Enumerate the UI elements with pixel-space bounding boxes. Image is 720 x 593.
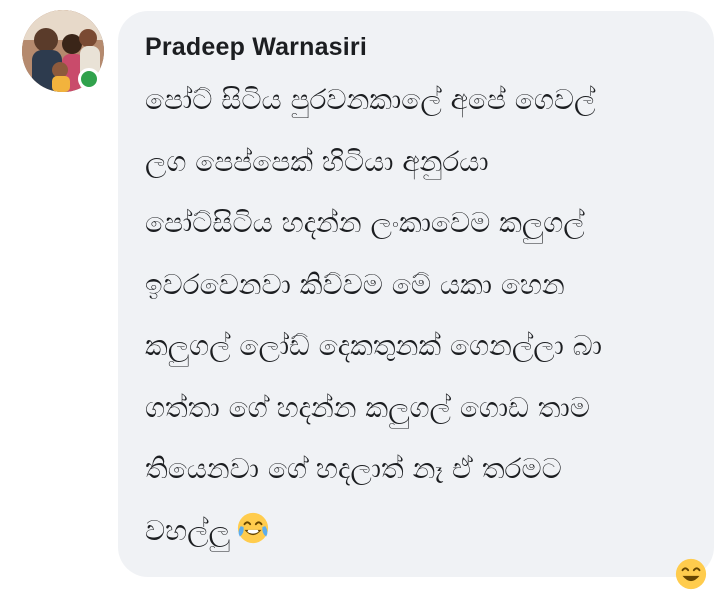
comment-line-last: වහල්ලු: [145, 500, 694, 562]
comment-line: පෝට්සිටිය හදන්න ලංකාවෙම කලුගල්: [145, 206, 585, 239]
comment-line: කලුගල් ලෝඩ් දෙකතුනක් ගෙනල්ලා බා: [145, 329, 602, 362]
face-with-tears-of-joy-icon: [236, 511, 270, 545]
comment-line: ඉවරවෙනවා කිව්වම මේ යකා හෙන: [145, 267, 565, 301]
comment-bubble: Pradeep Warnasiri පෝට් සිටිය පුරවනකාලේ අ…: [118, 11, 714, 590]
comment-line: පෝට් සිටිය පුරවනකාලේ අපේ ගෙවල්: [145, 83, 596, 116]
comment-line: ලග පෙප්පෙක් හිටියා අනුරයා: [145, 144, 489, 178]
comment-text: පෝට් සිටිය පුරවනකාලේ අපේ ගෙවල් ලග පෙප්පෙ…: [145, 69, 694, 561]
comment-line: ගත්තා ගේ හදන්න කලුගල් ගොඩ තාම: [145, 390, 590, 424]
comment-author[interactable]: Pradeep Warnasiri: [145, 31, 694, 63]
online-status-indicator: [78, 68, 100, 90]
face-with-tears-of-joy-icon: [674, 557, 708, 591]
comment-line: තියෙනවා ගේ හදලාත් නෑ ඒ තරමට: [145, 452, 562, 485]
comment-line-text: වහල්ලු: [145, 513, 230, 547]
